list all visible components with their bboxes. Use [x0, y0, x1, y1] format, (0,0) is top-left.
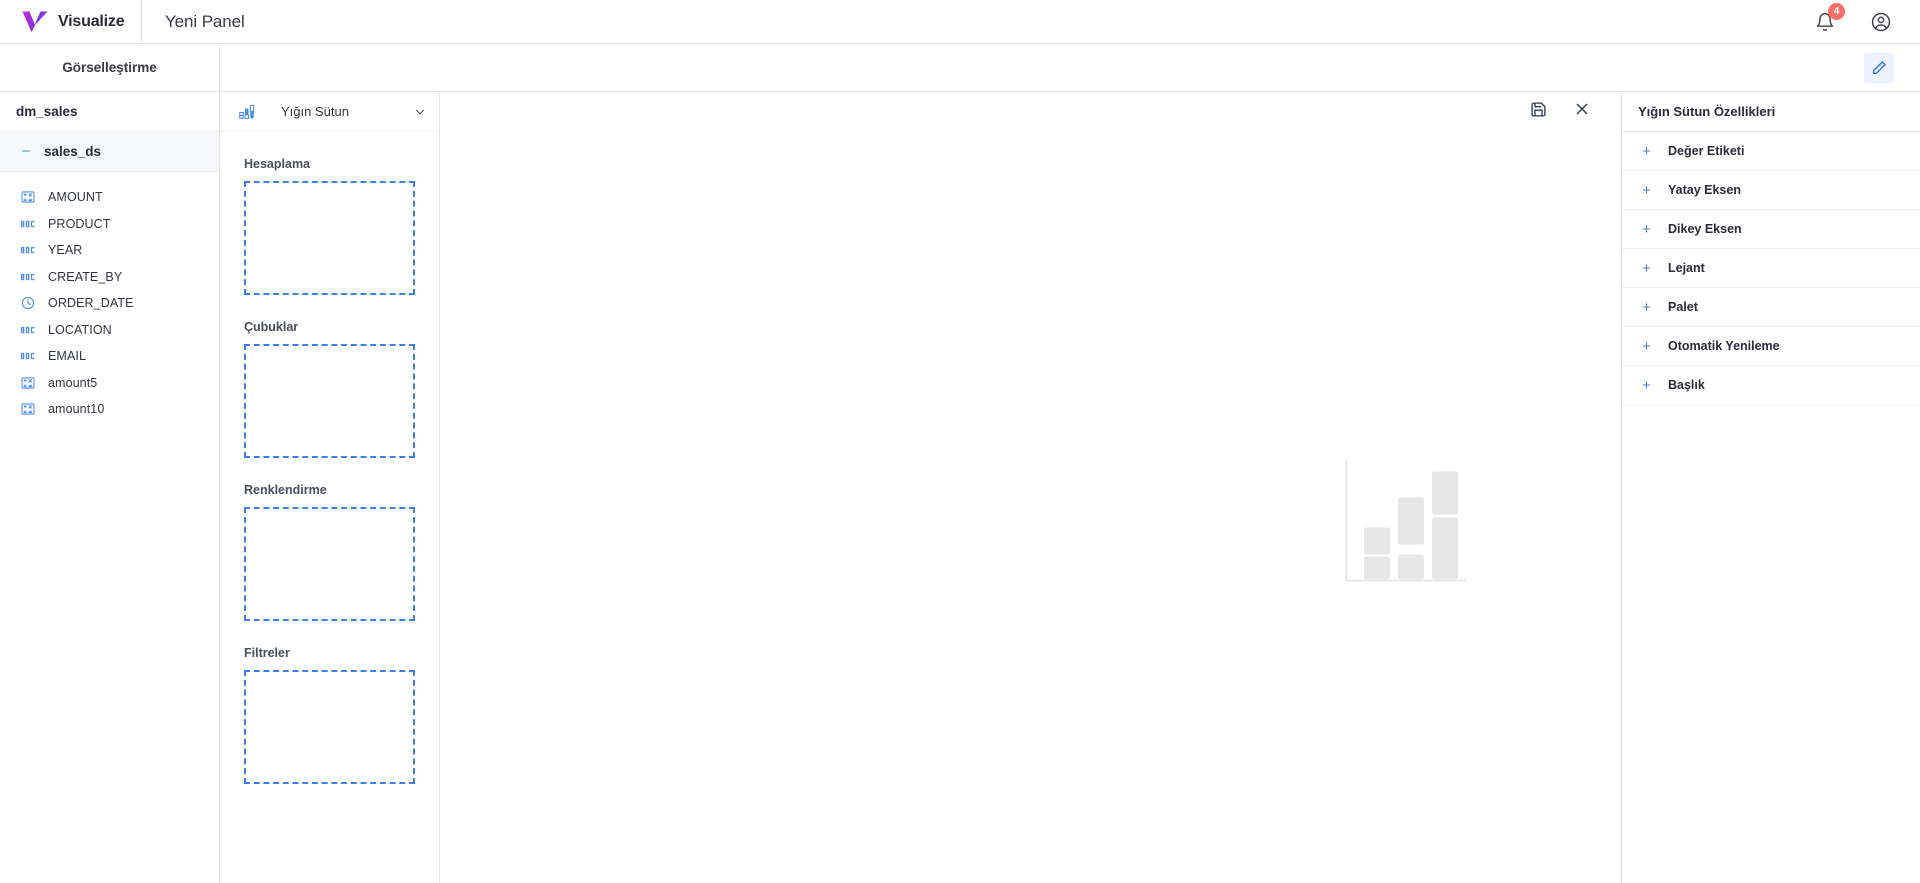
dropzone-label-filtreler: Filtreler: [244, 646, 290, 660]
field-label: CREATE_BY: [48, 269, 123, 284]
dataset-name: sales_ds: [44, 144, 102, 159]
measure-numeric-icon: [20, 190, 35, 205]
field-label: AMOUNT: [48, 190, 103, 205]
dataset-row-sales-ds[interactable]: − sales_ds: [0, 132, 219, 172]
save-button[interactable]: [1527, 98, 1549, 120]
property-label: Yatay Eksen: [1668, 183, 1741, 197]
dropzone-hesaplama[interactable]: [244, 181, 415, 295]
property-row-lejant[interactable]: + Lejant: [1622, 249, 1920, 288]
abc-text-icon: [20, 269, 35, 284]
close-x-icon: [1576, 103, 1588, 115]
field-row-product[interactable]: PRODUCT: [0, 211, 219, 238]
account-button[interactable]: [1868, 9, 1894, 35]
tab-visualization-label: Görselleştirme: [62, 60, 157, 75]
field-label: ORDER_DATE: [48, 296, 134, 311]
plus-icon[interactable]: +: [1641, 222, 1652, 237]
measure-numeric-icon: [20, 375, 35, 390]
field-row-amount[interactable]: AMOUNT: [0, 184, 219, 211]
dropzone-renklendirme[interactable]: [244, 507, 415, 621]
abc-text-icon: [20, 322, 35, 337]
field-row-order-date[interactable]: ORDER_DATE: [0, 290, 219, 317]
account-circle-icon: [1871, 12, 1891, 31]
close-button[interactable]: [1571, 98, 1593, 120]
plus-icon[interactable]: +: [1641, 144, 1652, 159]
dropzone-label-renklendirme: Renklendirme: [244, 483, 327, 497]
minus-icon[interactable]: −: [20, 144, 32, 159]
chevron-down-icon[interactable]: [413, 105, 427, 119]
datasource-name: dm_sales: [0, 92, 219, 132]
plus-icon[interactable]: +: [1641, 300, 1652, 315]
plus-icon[interactable]: +: [1641, 261, 1652, 276]
property-row-dikey-eksen[interactable]: + Dikey Eksen: [1622, 210, 1920, 249]
canvas-toolbar: [1527, 92, 1621, 126]
field-label: PRODUCT: [48, 216, 111, 231]
property-label: Değer Etiketi: [1668, 144, 1745, 158]
property-row-otomatik-yenileme[interactable]: + Otomatik Yenileme: [1622, 327, 1920, 366]
edit-button[interactable]: [1864, 53, 1894, 83]
page-title: Yeni Panel: [165, 11, 245, 31]
field-row-location[interactable]: LOCATION: [0, 317, 219, 344]
plus-icon[interactable]: +: [1641, 378, 1652, 393]
abc-text-icon: [20, 349, 35, 364]
property-row-baslik[interactable]: + Başlık: [1622, 366, 1920, 405]
field-list: AMOUNT PRODUCT YEAR CREATE_BY ORDER_DATE…: [0, 172, 219, 423]
field-label: amount5: [48, 375, 98, 390]
properties-panel: Yığın Sütun Özellikleri + Değer Etiketi …: [1622, 92, 1920, 883]
property-row-deger-etiketi[interactable]: + Değer Etiketi: [1622, 132, 1920, 171]
plus-icon[interactable]: +: [1641, 339, 1652, 354]
abc-text-icon: [20, 243, 35, 258]
sub-bar: Görselleştirme: [0, 44, 1920, 92]
topbar-actions: 4: [1812, 2, 1920, 35]
field-row-amount10[interactable]: amount10: [0, 396, 219, 423]
data-sidebar: dm_sales − sales_ds AMOUNT PRODUCT YEAR …: [0, 92, 220, 883]
field-row-email[interactable]: EMAIL: [0, 343, 219, 370]
clock-date-icon: [20, 296, 35, 311]
dropzone-filtreler[interactable]: [244, 670, 415, 784]
stacked-column-placeholder-icon: [1345, 459, 1467, 585]
field-row-year[interactable]: YEAR: [0, 237, 219, 264]
property-label: Lejant: [1668, 261, 1705, 275]
field-label: YEAR: [48, 243, 83, 258]
field-label: amount10: [48, 402, 105, 417]
tab-visualization[interactable]: Görselleştirme: [0, 44, 220, 91]
chart-canvas: [440, 92, 1622, 883]
dropzone-label-cubuklar: Çubuklar: [244, 320, 299, 334]
field-row-create-by[interactable]: CREATE_BY: [0, 264, 219, 291]
property-row-yatay-eksen[interactable]: + Yatay Eksen: [1622, 171, 1920, 210]
dropzone-cubuklar[interactable]: [244, 344, 415, 458]
v-logo-icon: [22, 10, 48, 34]
property-label: Dikey Eksen: [1668, 222, 1742, 236]
top-bar: Visualize Yeni Panel 4: [0, 0, 1920, 44]
properties-panel-title: Yığın Sütun Özellikleri: [1622, 92, 1920, 132]
property-row-palet[interactable]: + Palet: [1622, 288, 1920, 327]
field-label: EMAIL: [48, 349, 87, 364]
abc-text-icon: [20, 216, 35, 231]
config-panel: Yığın Sütun Hesaplama Çubuklar Renklendi…: [220, 92, 440, 883]
chart-type-selector[interactable]: Yığın Sütun: [220, 92, 439, 132]
property-label: Palet: [1668, 300, 1698, 314]
brand-logo-area[interactable]: Visualize: [0, 0, 142, 44]
property-label: Otomatik Yenileme: [1668, 339, 1780, 353]
save-floppy-icon: [1530, 101, 1546, 117]
notifications-button[interactable]: 4: [1812, 2, 1845, 35]
pencil-icon: [1873, 61, 1886, 74]
chart-type-label: Yığın Sütun: [281, 104, 349, 119]
dropzone-label-hesaplama: Hesaplama: [244, 157, 311, 171]
plus-icon[interactable]: +: [1641, 183, 1652, 198]
measure-numeric-icon: [20, 402, 35, 417]
field-label: LOCATION: [48, 322, 112, 337]
property-label: Başlık: [1668, 378, 1705, 392]
notification-badge: 4: [1828, 2, 1845, 20]
field-row-amount5[interactable]: amount5: [0, 370, 219, 397]
stacked-column-chart-icon: [238, 103, 256, 121]
brand-name: Visualize: [58, 12, 125, 30]
dropzone-list: Hesaplama Çubuklar Renklendirme Filtrele…: [220, 157, 439, 784]
